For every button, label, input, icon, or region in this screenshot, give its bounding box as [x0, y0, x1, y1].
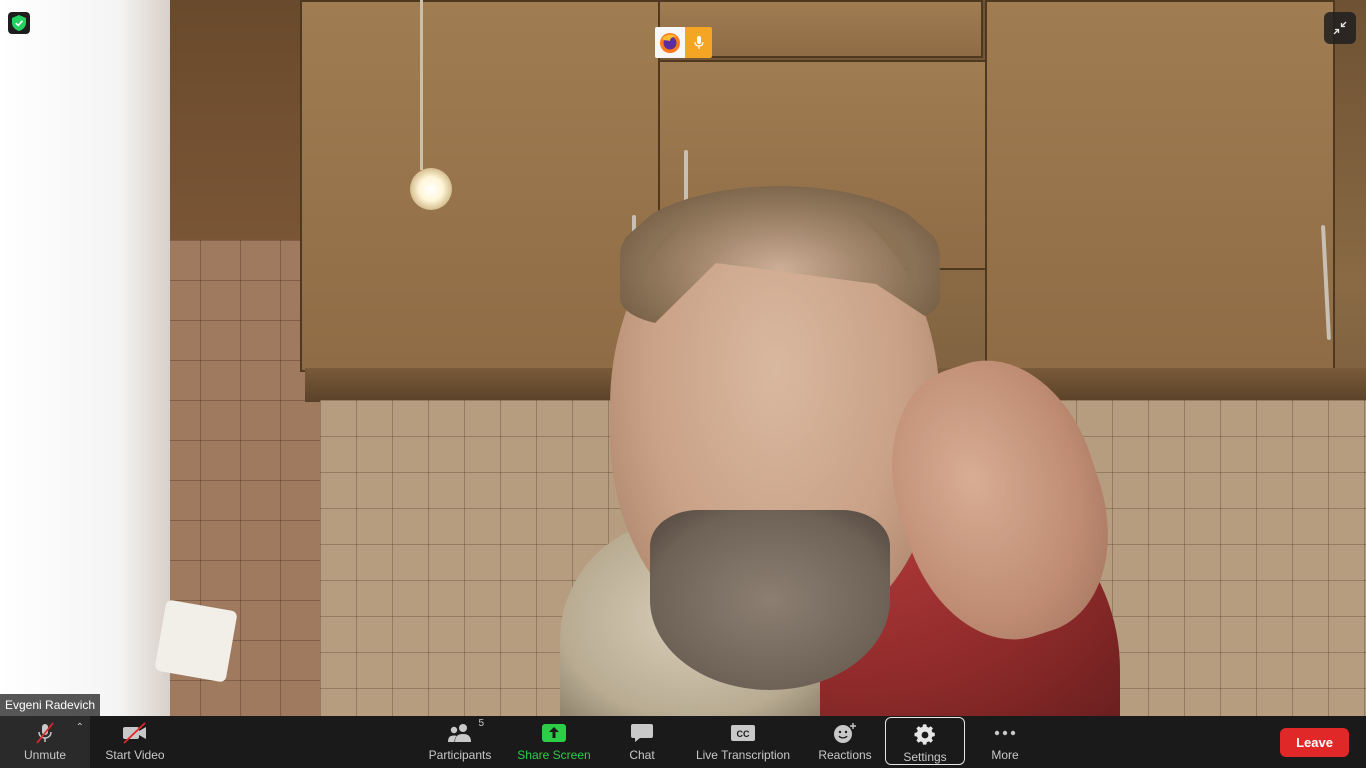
reactions-button[interactable]: Reactions: [813, 716, 877, 768]
firefox-icon: [655, 27, 685, 58]
exit-fullscreen-collapse-icon[interactable]: [1324, 12, 1356, 44]
start-video-button[interactable]: Start Video: [98, 716, 172, 768]
settings-label: Settings: [903, 750, 947, 764]
more-button[interactable]: More: [984, 716, 1026, 768]
closed-caption-icon: CC: [730, 722, 756, 744]
smiley-plus-icon: [832, 722, 858, 744]
microphone-muted-icon: [33, 722, 57, 744]
share-screen-label: Share Screen: [517, 748, 591, 762]
unmute-label: Unmute: [23, 748, 67, 762]
light-bulb: [410, 168, 452, 210]
cabinet: [985, 0, 1335, 372]
charger: [154, 599, 238, 683]
screen-share-indicator[interactable]: [655, 27, 712, 58]
settings-button[interactable]: Settings: [885, 717, 965, 765]
cc-icon-text: CC: [737, 729, 750, 739]
more-label: More: [991, 748, 1019, 762]
security-shield-icon[interactable]: [8, 12, 30, 34]
chat-button[interactable]: Chat: [620, 716, 664, 768]
speech-bubble-icon: [630, 722, 654, 744]
share-arrow-icon: [541, 722, 567, 744]
start-video-label: Start Video: [105, 748, 165, 762]
participants-count-badge: 5: [478, 718, 484, 729]
microphone-icon: [685, 27, 712, 58]
participants-label: Participants: [428, 748, 492, 762]
lamp-cord: [420, 0, 423, 170]
person-beard: [650, 510, 890, 690]
people-icon: 5: [446, 718, 484, 744]
video-feed: [0, 0, 1366, 716]
cabinet: [300, 0, 660, 372]
unmute-button[interactable]: Unmute ⌃: [0, 716, 90, 768]
live-transcription-button[interactable]: CC Live Transcription: [690, 716, 796, 768]
ellipsis-icon: [992, 722, 1018, 744]
video-off-icon: [121, 722, 149, 744]
meeting-toolbar: Unmute ⌃ Start Video 5 Participants Shar…: [0, 716, 1366, 768]
gear-icon: [914, 724, 936, 746]
participants-button[interactable]: 5 Participants: [424, 716, 496, 768]
live-transcription-label: Live Transcription: [695, 748, 791, 762]
window-light: [0, 0, 170, 716]
audio-options-chevron-up-icon[interactable]: ⌃: [76, 722, 84, 733]
participant-name-tag: Evgeni Radevich: [0, 694, 101, 716]
share-screen-button[interactable]: Share Screen: [514, 716, 594, 768]
chat-label: Chat: [629, 748, 655, 762]
leave-button[interactable]: Leave: [1280, 728, 1349, 757]
reactions-label: Reactions: [818, 748, 872, 762]
